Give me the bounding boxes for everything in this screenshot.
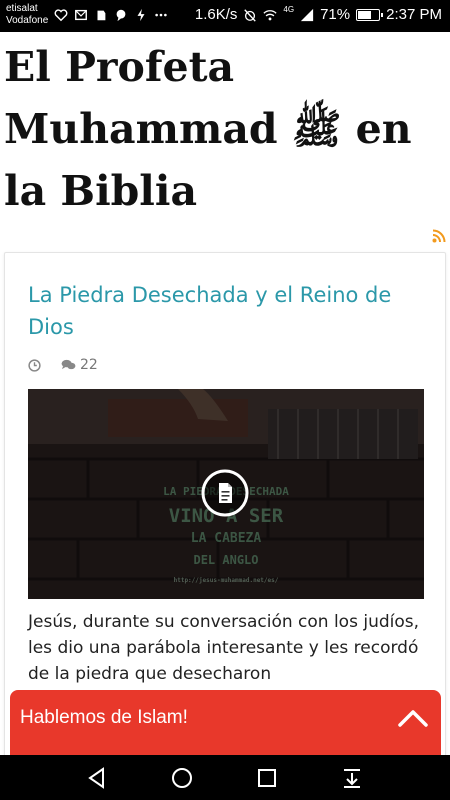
alarm-off-icon	[244, 8, 257, 22]
signal-icon	[300, 8, 314, 21]
battery-percent: 71%	[320, 6, 351, 23]
comments-icon	[61, 359, 76, 370]
chat-widget-label: Hablemos de Islam!	[20, 707, 188, 728]
status-bar: etisalat Vodafone 1.6K/s 4G 71% 2:37 PM	[0, 0, 450, 32]
carrier-label: etisalat Vodafone	[6, 3, 48, 27]
back-icon[interactable]	[86, 767, 108, 789]
rss-icon[interactable]	[432, 229, 446, 243]
clock-icon	[28, 358, 41, 372]
navigation-bar	[0, 755, 450, 800]
document-icon	[201, 469, 249, 517]
notification-pull-icon[interactable]	[341, 767, 363, 789]
status-right: 1.6K/s 4G 71% 2:37 PM	[194, 5, 442, 23]
chat-icon	[116, 9, 126, 22]
battery-icon	[356, 8, 384, 21]
post-title-link[interactable]: La Piedra Desechada y el Reino de Dios	[28, 279, 428, 343]
carrier-line-1: etisalat	[6, 3, 38, 14]
chat-widget-bar[interactable]: Hablemos de Islam!	[10, 690, 441, 755]
bolt-icon	[137, 8, 145, 22]
thumbnail-text-low: LA CABEZA	[190, 531, 262, 546]
network-speed: 1.6K/s	[194, 6, 238, 23]
more-icon	[155, 13, 167, 17]
clock-time: 2:37 PM	[386, 6, 442, 23]
evernote-icon	[97, 10, 106, 21]
notification-icons	[54, 8, 168, 22]
carrier-line-2: Vodafone	[6, 15, 49, 26]
wifi-icon	[263, 9, 278, 20]
network-type: 4G	[283, 5, 295, 14]
recents-icon[interactable]	[256, 767, 278, 789]
post-thumbnail[interactable]: LA PIEDRA DESECHADA VINO A SER LA CABEZA…	[28, 389, 424, 599]
heart-icon	[54, 9, 68, 22]
mail-icon	[75, 9, 87, 21]
thumbnail-url-text: http://jesus-muhammad.net/es/	[173, 577, 279, 584]
thumbnail-text-bottom: DEL ANGLO	[193, 553, 259, 567]
home-icon[interactable]	[171, 767, 193, 789]
battery-level	[358, 10, 372, 19]
comment-count[interactable]: 22	[80, 357, 98, 373]
site-title[interactable]: El Profeta Muhammad ﷺ en la Biblia	[4, 36, 444, 222]
post-meta: 22	[28, 357, 98, 373]
chevron-up-icon[interactable]	[397, 708, 429, 728]
post-excerpt: Jesús, durante su conversación con los j…	[28, 612, 420, 684]
